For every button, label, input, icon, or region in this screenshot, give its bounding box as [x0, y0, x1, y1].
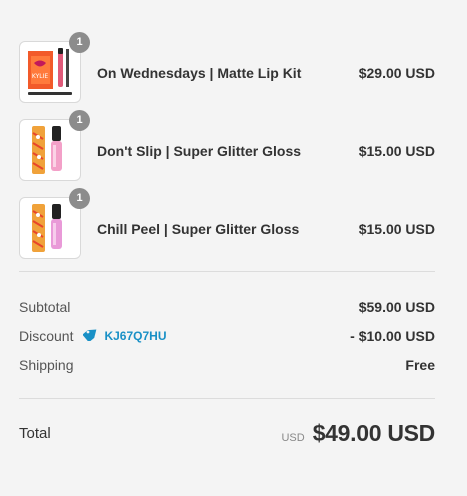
discount-label: Discount [19, 327, 74, 344]
subtotal-row: Subtotal $59.00 USD [19, 292, 435, 321]
item-price: $15.00 USD [358, 221, 435, 237]
discount-row: Discount KJ67Q7HU - $10.00 USD [19, 321, 435, 350]
item-name: Chill Peel | Super Glitter Gloss [97, 221, 300, 237]
glitter-gloss-product-icon [32, 204, 62, 252]
product-thumbnail: 1 [19, 188, 90, 259]
total-amount: $49.00 USD [312, 419, 436, 446]
shipping-value: Free [405, 356, 435, 373]
lip-kit-product-icon: KYLIE [28, 48, 72, 95]
item-price: $15.00 USD [358, 143, 435, 159]
line-item: 1 Chill Peel | Super Glitter Gloss $15.0… [19, 188, 435, 271]
subtotal-value: $59.00 USD [358, 298, 435, 315]
order-summary: KYLIE 1 On Wednesdays | Matte Lip Kit $2… [19, 32, 435, 467]
svg-text:KYLIE: KYLIE [32, 73, 48, 80]
line-item: KYLIE 1 On Wednesdays | Matte Lip Kit $2… [19, 32, 435, 115]
item-name: On Wednesdays | Matte Lip Kit [97, 65, 302, 81]
shipping-label: Shipping [19, 356, 74, 373]
discount-code: KJ67Q7HU [104, 328, 167, 343]
discount-value: - $10.00 USD [350, 327, 435, 344]
total-currency: USD [281, 431, 305, 444]
quantity-badge: 1 [69, 32, 90, 53]
total-label: Total [19, 424, 51, 442]
tag-icon [82, 327, 99, 344]
cost-breakdown: Subtotal $59.00 USD Discount KJ67Q7HU - … [19, 272, 435, 398]
line-item: 1 Don't Slip | Super Glitter Gloss $15.0… [19, 110, 435, 193]
quantity-badge: 1 [69, 188, 90, 209]
product-thumbnail: 1 [19, 110, 90, 181]
product-thumbnail: KYLIE 1 [19, 32, 90, 103]
item-price: $29.00 USD [358, 65, 435, 81]
item-name: Don't Slip | Super Glitter Gloss [97, 143, 302, 159]
total-row: Total USD $49.00 USD [19, 399, 435, 467]
glitter-gloss-product-icon [32, 126, 62, 174]
shipping-row: Shipping Free [19, 350, 435, 379]
subtotal-label: Subtotal [19, 298, 71, 315]
quantity-badge: 1 [69, 110, 90, 131]
discount-code-tag: KJ67Q7HU [82, 327, 167, 344]
